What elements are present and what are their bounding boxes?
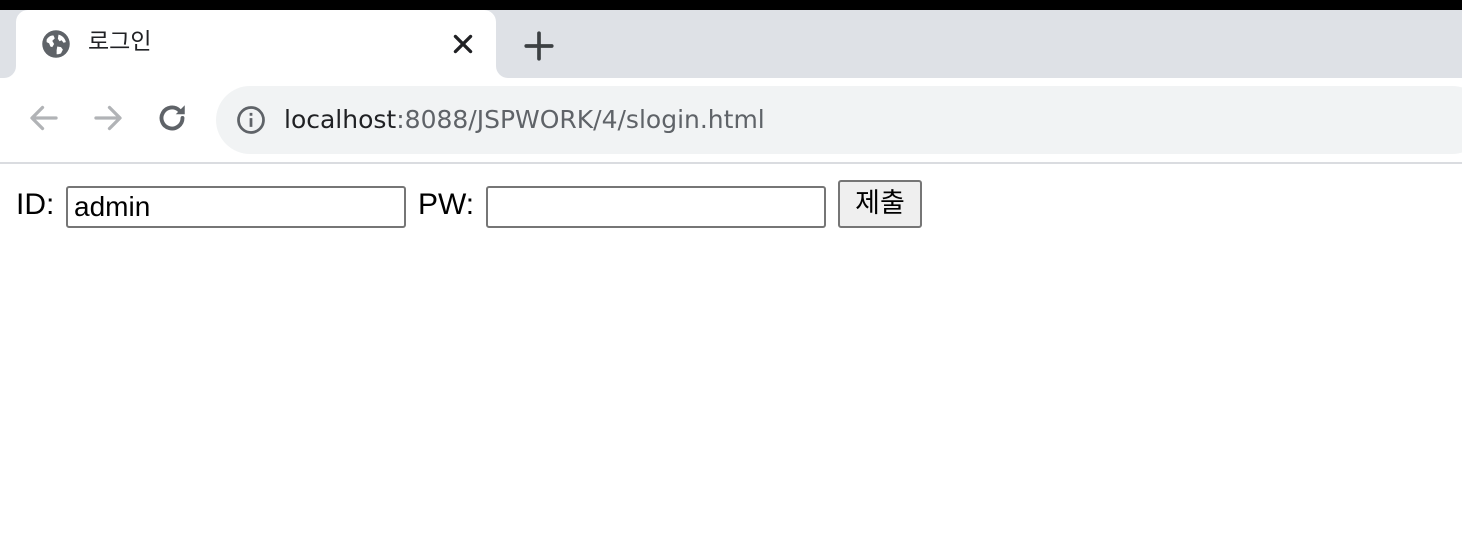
plus-icon[interactable] [522, 29, 556, 63]
tab-title: 로그인 [88, 29, 152, 55]
arrow-right-icon[interactable] [90, 100, 126, 136]
arrow-left-icon[interactable] [26, 100, 62, 136]
tab-strip: 로그인 [0, 10, 1462, 78]
pw-label: PW: [418, 188, 475, 221]
reload-icon[interactable] [154, 100, 190, 136]
window-top-strip [0, 0, 1462, 10]
page-content: ID: PW: 제출 [0, 164, 1462, 560]
globe-icon [42, 30, 70, 58]
url-path: :8088/JSPWORK/4/slogin.html [396, 105, 765, 134]
tab-active[interactable]: 로그인 [16, 10, 496, 78]
url-text[interactable]: localhost:8088/JSPWORK/4/slogin.html [284, 103, 765, 137]
info-icon[interactable] [236, 105, 266, 135]
submit-button[interactable]: 제출 [838, 180, 922, 228]
pw-input[interactable] [486, 186, 826, 228]
url-host: localhost [284, 105, 397, 134]
close-icon[interactable] [450, 31, 476, 57]
id-label: ID: [16, 188, 55, 221]
address-bar[interactable]: localhost:8088/JSPWORK/4/slogin.html [216, 86, 1462, 154]
browser-toolbar: localhost:8088/JSPWORK/4/slogin.html [0, 78, 1462, 164]
id-input[interactable] [66, 186, 406, 228]
